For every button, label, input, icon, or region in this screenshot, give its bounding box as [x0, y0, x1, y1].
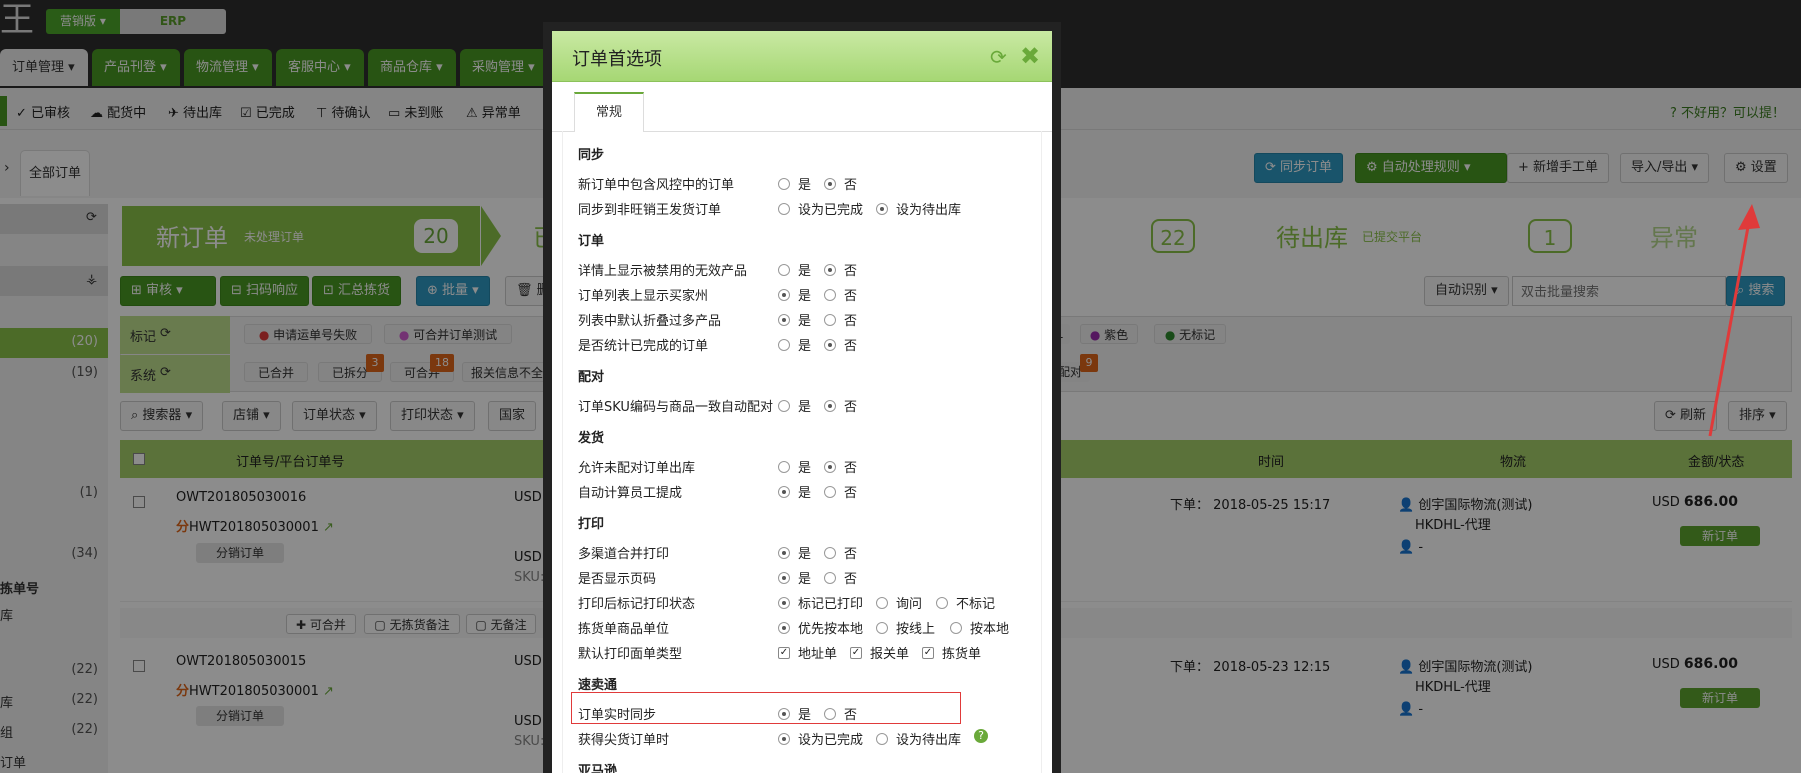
radio-yes[interactable]: 是: [778, 568, 811, 587]
tab-general[interactable]: 常规: [574, 92, 644, 132]
setting-label: 允许未配对订单出库: [578, 461, 696, 476]
radio-yes[interactable]: 是: [778, 174, 811, 193]
radio-local[interactable]: 按本地: [950, 618, 1009, 637]
checkbox-address-label[interactable]: ✓ 地址单: [778, 643, 837, 662]
radio-set-pending-out[interactable]: 设为待出库: [876, 729, 961, 748]
section-ship: 发货: [578, 431, 605, 446]
radio-no[interactable]: 否: [824, 704, 857, 723]
setting-label: 新订单中包含风控中的订单: [578, 178, 735, 193]
annotation-arrow: [1708, 204, 1760, 437]
radio-no[interactable]: 否: [824, 543, 857, 562]
section-order: 订单: [578, 234, 605, 249]
setting-label: 订单SKU编码与商品一致自动配对: [578, 400, 773, 415]
section-aliexpress: 速卖通: [578, 678, 618, 693]
radio-set-pending-out[interactable]: 设为待出库: [876, 199, 961, 218]
radio-no[interactable]: 否: [824, 482, 857, 501]
setting-label: 默认打印面单类型: [578, 647, 683, 662]
setting-label: 多渠道合并打印: [578, 547, 670, 562]
setting-label: 拣货单商品单位: [578, 622, 670, 637]
radio-yes[interactable]: 是: [778, 335, 811, 354]
radio-no[interactable]: 否: [824, 568, 857, 587]
setting-label: 获得尖货订单时: [578, 733, 670, 748]
radio-no[interactable]: 否: [824, 174, 857, 193]
setting-label: 打印后标记打印状态: [578, 597, 696, 612]
radio-yes[interactable]: 是: [778, 396, 811, 415]
setting-label: 是否显示页码: [578, 572, 657, 587]
radio-mark-printed[interactable]: 标记已打印: [778, 593, 863, 612]
modal-body: [562, 131, 1042, 773]
radio-ask[interactable]: 询问: [876, 593, 922, 612]
radio-set-completed[interactable]: 设为已完成: [778, 199, 863, 218]
section-print: 打印: [578, 517, 605, 532]
setting-label: 列表中默认折叠过多产品: [578, 314, 722, 329]
checkbox-customs-label[interactable]: ✓ 报关单: [850, 643, 909, 662]
checkbox-pick-list[interactable]: ✓ 拣货单: [922, 643, 981, 662]
setting-label: 订单实时同步: [578, 708, 657, 723]
radio-no[interactable]: 否: [824, 260, 857, 279]
section-amazon: 亚马逊: [578, 764, 618, 773]
radio-no[interactable]: 否: [824, 457, 857, 476]
radio-yes[interactable]: 是: [778, 310, 811, 329]
section-pair: 配对: [578, 370, 605, 385]
radio-no[interactable]: 否: [824, 335, 857, 354]
radio-no[interactable]: 否: [824, 285, 857, 304]
refresh-icon[interactable]: ⟳: [990, 45, 1007, 69]
radio-yes[interactable]: 是: [778, 482, 811, 501]
help-icon[interactable]: ?: [974, 729, 988, 743]
radio-no[interactable]: 否: [824, 396, 857, 415]
section-sync: 同步: [578, 148, 605, 163]
radio-yes[interactable]: 是: [778, 457, 811, 476]
setting-label: 是否统计已完成的订单: [578, 339, 709, 354]
radio-local-first[interactable]: 优先按本地: [778, 618, 863, 637]
setting-label: 订单列表上显示买家州: [578, 289, 709, 304]
setting-label: 详情上显示被禁用的无效产品: [578, 264, 748, 279]
setting-label: 自动计算员工提成: [578, 486, 683, 501]
radio-no[interactable]: 否: [824, 310, 857, 329]
radio-yes[interactable]: 是: [778, 704, 811, 723]
radio-no-mark[interactable]: 不标记: [936, 593, 995, 612]
setting-label: 同步到非旺销王发货订单: [578, 203, 722, 218]
radio-set-completed[interactable]: 设为已完成: [778, 729, 863, 748]
radio-yes[interactable]: 是: [778, 285, 811, 304]
close-icon[interactable]: ✖: [1020, 42, 1040, 70]
modal-title: 订单首选项: [572, 49, 662, 70]
radio-online[interactable]: 按线上: [876, 618, 935, 637]
radio-yes[interactable]: 是: [778, 543, 811, 562]
radio-yes[interactable]: 是: [778, 260, 811, 279]
